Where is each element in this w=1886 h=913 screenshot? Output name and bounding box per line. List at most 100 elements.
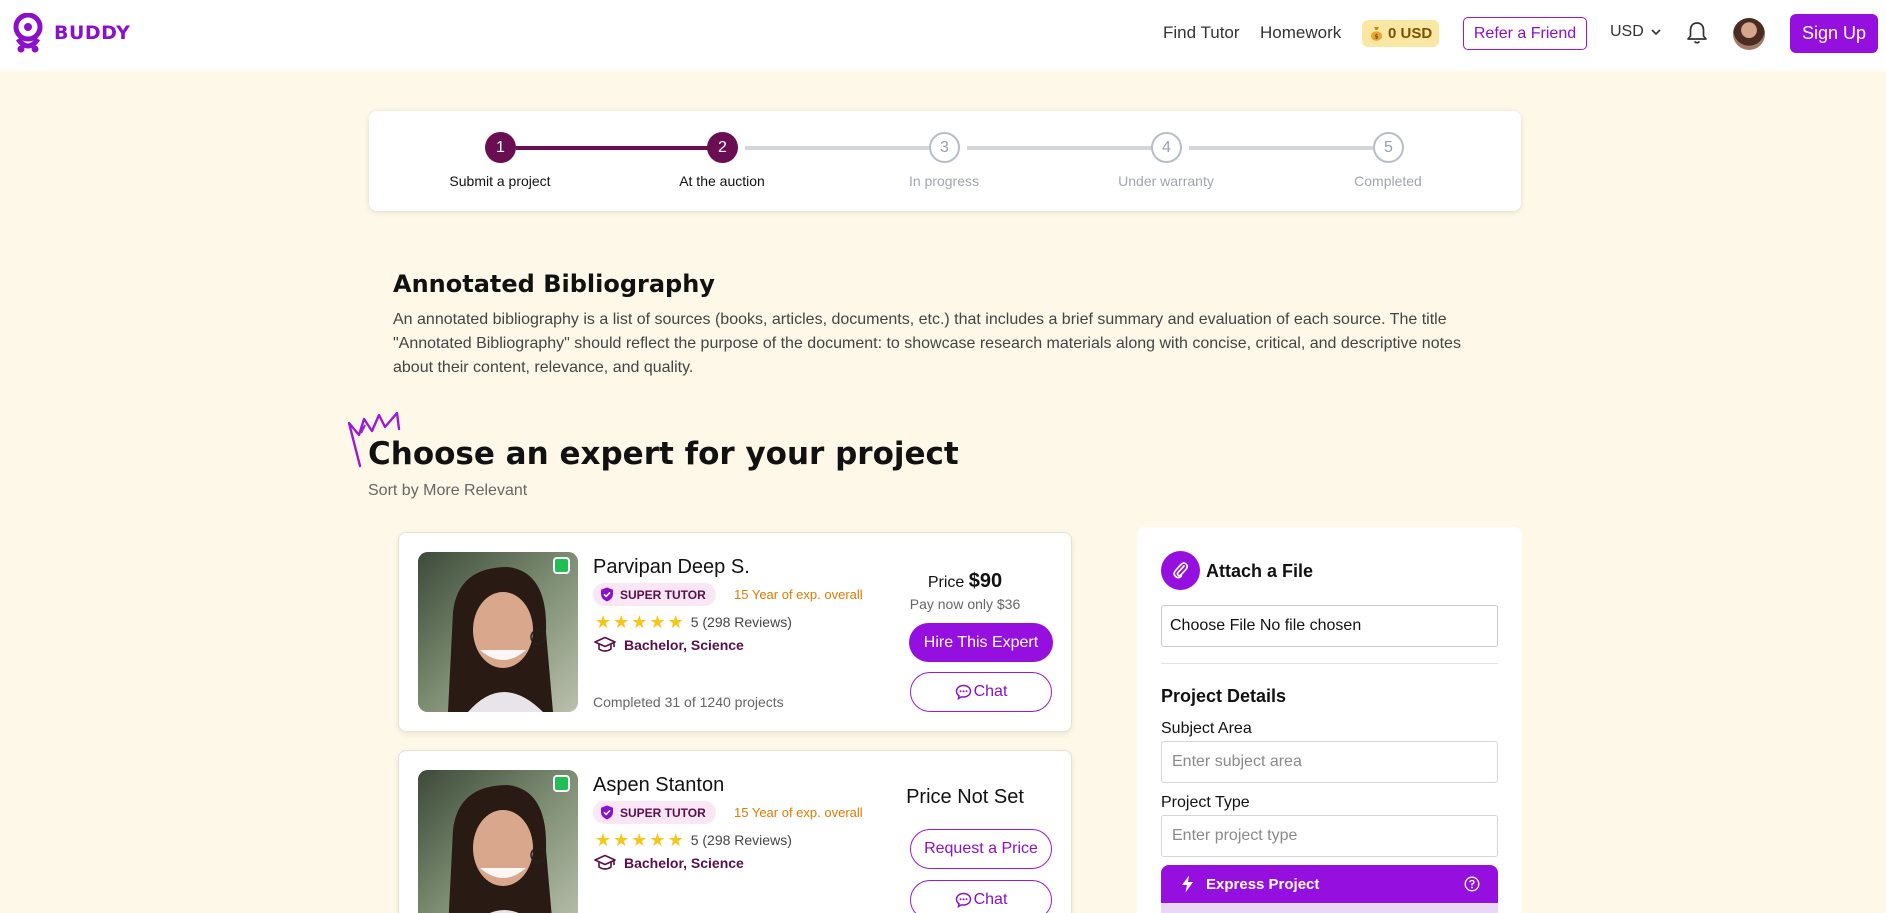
refer-friend-button[interactable]: Refer a Friend <box>1463 17 1587 50</box>
step-2-label: At the auction <box>679 173 765 189</box>
currency-label: USD <box>1610 23 1644 40</box>
degree-label: Bachelor, Science <box>624 855 744 871</box>
expert-name[interactable]: Aspen Stanton <box>593 774 724 797</box>
lightning-bolt-icon <box>1182 875 1193 893</box>
expert-card: Aspen Stanton SUPER TUTOR 15 Year of exp… <box>398 750 1072 913</box>
expert-degree: Bachelor, Science <box>594 636 744 654</box>
step-1-label: Submit a project <box>449 173 551 189</box>
chat-label: Chat <box>973 891 1008 908</box>
shield-check-icon <box>601 805 613 820</box>
hire-expert-button[interactable]: Hire This Expert <box>909 623 1053 662</box>
chat-bubble-icon <box>955 684 971 700</box>
step-connector-4 <box>1189 146 1380 150</box>
online-status-indicator <box>553 557 570 574</box>
help-circle-icon[interactable] <box>1464 876 1480 892</box>
star-icon: ★ <box>667 830 684 850</box>
user-avatar[interactable] <box>1733 18 1765 50</box>
bell-icon[interactable] <box>1686 21 1708 45</box>
attach-file-title: Attach a File <box>1206 561 1314 581</box>
sort-control[interactable]: Sort by More Relevant <box>368 482 527 500</box>
express-options-area <box>1161 903 1498 913</box>
expert-card: Parvipan Deep S. SUPER TUTOR 15 Year of … <box>398 532 1072 732</box>
project-description: An annotated bibliography is a list of s… <box>393 311 1461 376</box>
experience-text: 15 Year of exp. overall <box>734 805 863 820</box>
chat-label: Chat <box>973 683 1008 700</box>
degree-label: Bachelor, Science <box>624 637 744 653</box>
badge-label: SUPER TUTOR <box>620 805 706 820</box>
graduation-cap-icon <box>594 854 616 870</box>
expert-degree: Bachelor, Science <box>594 854 744 872</box>
super-tutor-badge: SUPER TUTOR <box>593 583 716 606</box>
chevron-down-icon <box>1651 29 1661 36</box>
top-header: BUDDY Find Tutor Homework $ 0 USD Refer … <box>0 0 1886 71</box>
experience-text: 15 Year of exp. overall <box>734 587 863 602</box>
progress-stepper: 1 2 3 4 5 Submit a project At the auctio… <box>369 111 1521 211</box>
star-icon: ★ <box>595 612 612 632</box>
star-icon: ★ <box>649 612 666 632</box>
step-4-circle: 4 <box>1151 132 1182 163</box>
badge-label: SUPER TUTOR <box>620 587 706 602</box>
chat-bubble-icon <box>955 892 971 908</box>
star-icon: ★ <box>613 612 630 632</box>
panel-divider <box>1161 663 1498 664</box>
express-project-label: Express Project <box>1206 875 1320 893</box>
rating-stars: ★ ★ ★ ★ ★ 5 (298 Reviews) <box>595 613 792 631</box>
online-status-indicator <box>553 775 570 792</box>
experts-heading: Choose an expert for your project <box>368 436 959 472</box>
project-type-label: Project Type <box>1161 794 1250 811</box>
graduation-cap-icon <box>594 636 616 652</box>
step-2-circle: 2 <box>707 132 738 163</box>
money-bag-icon: $ <box>1371 27 1382 41</box>
shield-check-icon <box>601 587 613 602</box>
project-title: Annotated Bibliography <box>393 270 715 298</box>
rating-stars: ★ ★ ★ ★ ★ 5 (298 Reviews) <box>595 831 792 849</box>
expert-photo <box>418 552 578 712</box>
step-5-circle: 5 <box>1373 132 1404 163</box>
project-side-panel: Attach a File Choose File No file chosen… <box>1137 527 1522 913</box>
buddy-logo-icon <box>13 13 43 53</box>
wallet-amount: 0 USD <box>1388 25 1433 42</box>
project-type-input[interactable] <box>1161 815 1498 857</box>
step-connector-3 <box>967 146 1158 150</box>
step-4-label: Under warranty <box>1118 173 1214 189</box>
step-5-label: Completed <box>1354 173 1422 189</box>
step-1-circle: 1 <box>485 132 516 163</box>
request-price-button[interactable]: Request a Price <box>910 829 1052 869</box>
star-icon: ★ <box>649 830 666 850</box>
expert-name[interactable]: Parvipan Deep S. <box>593 556 750 579</box>
brand-logo[interactable]: BUDDY <box>12 13 130 53</box>
wallet-balance[interactable]: $ 0 USD <box>1362 20 1440 47</box>
star-icon: ★ <box>595 830 612 850</box>
super-tutor-badge: SUPER TUTOR <box>593 801 716 824</box>
price-display: Price $90 <box>896 570 1034 593</box>
paperclip-icon <box>1161 551 1200 590</box>
price-prefix: Price <box>927 574 965 591</box>
currency-selector[interactable]: USD <box>1610 23 1663 41</box>
star-icon: ★ <box>631 830 648 850</box>
project-details-title: Project Details <box>1161 686 1287 706</box>
completed-projects: Completed 31 of 1240 projects <box>593 694 784 710</box>
nav-homework[interactable]: Homework <box>1260 23 1341 43</box>
step-3-label: In progress <box>908 173 980 189</box>
express-project-toggle[interactable]: Express Project <box>1161 865 1498 903</box>
price-status: Price Not Set <box>906 786 1024 808</box>
star-icon: ★ <box>667 612 684 632</box>
step-3-circle: 3 <box>929 132 960 163</box>
step-connector-1 <box>516 146 714 150</box>
svg-text:$: $ <box>1374 34 1378 41</box>
file-upload-input[interactable]: Choose File No file chosen <box>1161 605 1498 647</box>
nav-find-tutor[interactable]: Find Tutor <box>1163 23 1240 43</box>
chat-button[interactable]: Chat <box>910 672 1052 712</box>
chat-button[interactable]: Chat <box>910 880 1052 913</box>
brand-name: BUDDY <box>54 22 131 44</box>
star-icon: ★ <box>631 612 648 632</box>
star-icon: ★ <box>613 830 630 850</box>
rating-text: 5 (298 Reviews) <box>690 832 792 848</box>
subject-area-input[interactable] <box>1161 741 1498 783</box>
rating-text: 5 (298 Reviews) <box>690 614 792 630</box>
tutor-portrait-icon <box>418 552 578 712</box>
step-connector-2 <box>745 146 936 150</box>
subject-area-label: Subject Area <box>1161 720 1252 737</box>
pay-now-text: Pay now only $36 <box>909 596 1021 612</box>
sign-up-button[interactable]: Sign Up <box>1790 14 1878 53</box>
